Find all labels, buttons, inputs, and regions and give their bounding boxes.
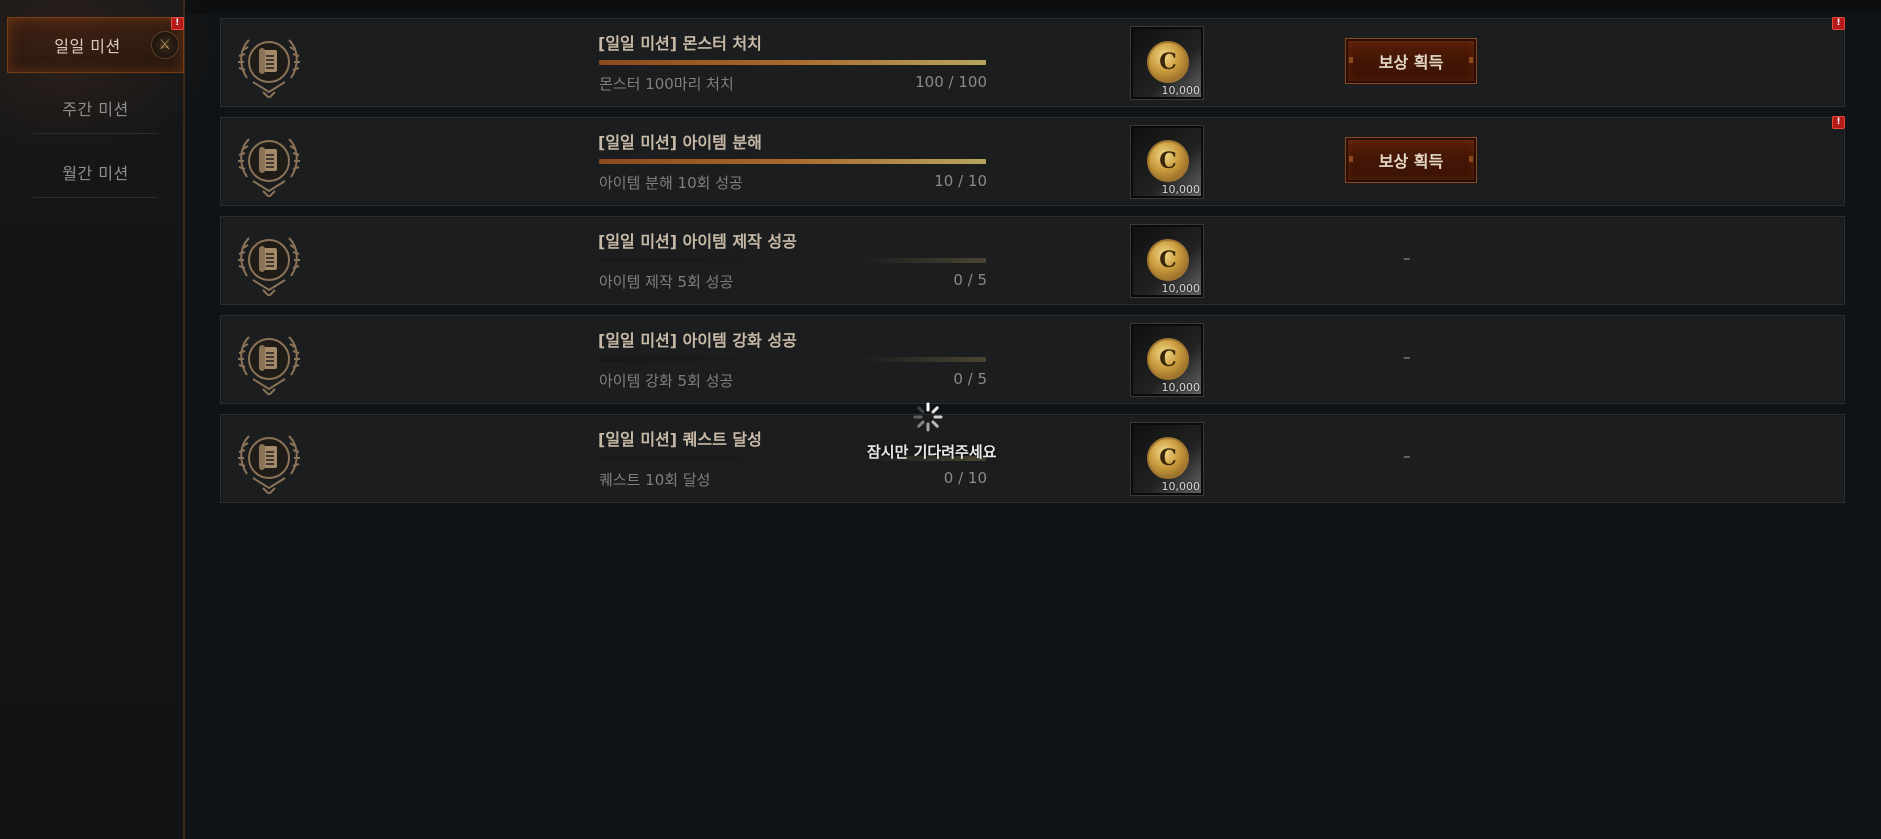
mission-description: 아이템 제작 5회 성공	[599, 273, 734, 291]
mission-description: 아이템 강화 5회 성공	[599, 372, 734, 390]
scroll-laurel-icon	[233, 125, 305, 199]
reward-slot[interactable]: C 10,000	[1130, 323, 1204, 397]
scroll-laurel-icon	[233, 224, 305, 298]
reward-amount: 10,000	[1161, 183, 1201, 196]
mission-progress-count: 100 / 100	[915, 73, 987, 91]
sidebar-item-label: 월간 미션	[62, 164, 129, 183]
mission-progress-count: 0 / 10	[943, 469, 987, 487]
mission-row: [일일 미션] 아이템 제작 성공아이템 제작 5회 성공 0 / 5 C 10,…	[220, 216, 1845, 305]
mission-row: [일일 미션] 아이템 강화 성공아이템 강화 5회 성공 0 / 5 C 10,…	[220, 315, 1845, 404]
mission-row: [일일 미션] 퀘스트 달성 퀘스트 10회 달성 0 / 10 C 10,000 …	[220, 414, 1845, 503]
top-strip	[185, 0, 1881, 14]
mission-row: [일일 미션] 몬스터 처치몬스터 100마리 처치 100 / 100 C 10…	[220, 17, 1845, 107]
mission-progress-count: 0 / 5	[953, 370, 987, 388]
reward-slot[interactable]: C 10,000	[1130, 422, 1204, 496]
emblem-icon: ⚔	[151, 31, 179, 59]
loading-text: 잠시만 기다려주세요	[867, 443, 997, 461]
sidebar-item-weekly[interactable]: 주간 미션	[33, 83, 158, 134]
reward-slot[interactable]: C 10,000	[1130, 224, 1204, 298]
loading-spinner-icon	[913, 402, 943, 432]
mission-description: 아이템 분해 10회 성공	[599, 174, 743, 192]
progress-bar	[599, 258, 986, 263]
sidebar-item-monthly[interactable]: 월간 미션	[33, 147, 158, 198]
mission-title: [일일 미션] 아이템 제작 성공	[598, 232, 797, 251]
progress-bar	[599, 159, 986, 164]
no-action-dash: –	[1403, 447, 1411, 465]
progress-fill	[599, 60, 986, 65]
sidebar-item-label: 일일 미션	[54, 37, 121, 56]
alert-badge: !	[171, 17, 184, 30]
mission-description: 몬스터 100마리 처치	[599, 75, 734, 93]
mission-progress-count: 0 / 5	[953, 271, 987, 289]
reward-amount: 10,000	[1161, 381, 1201, 394]
scroll-laurel-icon	[233, 323, 305, 397]
reward-slot[interactable]: C 10,000	[1130, 125, 1204, 199]
mission-progress-count: 10 / 10	[934, 172, 987, 190]
progress-bar	[599, 60, 986, 65]
reward-amount: 10,000	[1161, 84, 1201, 97]
progress-fill	[599, 159, 986, 164]
gold-coin-icon: C	[1147, 437, 1189, 479]
mission-title: [일일 미션] 퀘스트 달성	[598, 430, 762, 449]
mission-screen: 일일 미션 ⚔ ! 주간 미션 월간 미션 [일일 미션] 몬스터 처치 몬스터…	[0, 0, 1881, 839]
mission-title: [일일 미션] 아이템 강화 성공	[598, 331, 797, 350]
reward-slot[interactable]: C 10,000	[1130, 26, 1204, 100]
scroll-laurel-icon	[233, 422, 305, 496]
mission-title: [일일 미션] 아이템 분해	[598, 133, 762, 152]
progress-bar	[599, 357, 986, 362]
scroll-laurel-icon	[233, 26, 305, 100]
claim-reward-button[interactable]: 보상 획득	[1345, 38, 1477, 84]
gold-coin-icon: C	[1147, 239, 1189, 281]
gold-coin-icon: C	[1147, 140, 1189, 182]
sidebar-item-label: 주간 미션	[62, 100, 129, 119]
reward-amount: 10,000	[1161, 282, 1201, 295]
alert-badge: !	[1832, 17, 1845, 30]
no-action-dash: –	[1403, 348, 1411, 366]
claim-reward-button[interactable]: 보상 획득	[1345, 137, 1477, 183]
gold-coin-icon: C	[1147, 41, 1189, 83]
gold-coin-icon: C	[1147, 338, 1189, 380]
alert-badge: !	[1832, 116, 1845, 129]
no-action-dash: –	[1403, 249, 1411, 267]
reward-amount: 10,000	[1161, 480, 1201, 493]
mission-title: [일일 미션] 몬스터 처치	[598, 34, 762, 53]
mission-description: 퀘스트 10회 달성	[599, 471, 711, 489]
sidebar-item-daily[interactable]: 일일 미션 ⚔ !	[7, 17, 184, 73]
mission-row: [일일 미션] 아이템 분해아이템 분해 10회 성공 10 / 10 C 10,…	[220, 116, 1845, 206]
mission-sidebar: 일일 미션 ⚔ ! 주간 미션 월간 미션	[0, 0, 220, 839]
